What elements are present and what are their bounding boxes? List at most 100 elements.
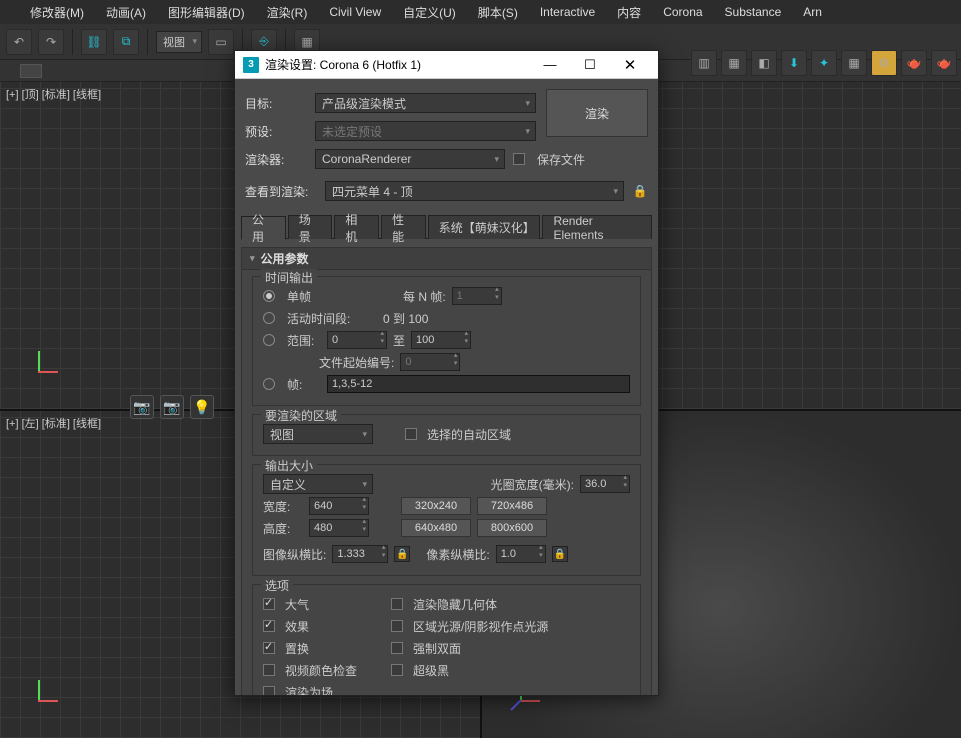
chk-superblk[interactable] <box>391 664 403 676</box>
frames-input[interactable]: 1,3,5-12 <box>327 375 630 393</box>
range-to-label: 至 <box>393 332 405 349</box>
teapot-icon[interactable]: 🫖 <box>901 50 927 76</box>
menu-6[interactable]: 脚本(S) <box>468 0 528 25</box>
menu-8[interactable]: 内容 <box>607 0 651 25</box>
rt-e[interactable]: ✦ <box>811 50 837 76</box>
select-button[interactable]: ▭ <box>208 29 234 55</box>
hidden-label: 渲染隐藏几何体 <box>413 596 497 613</box>
radio-active[interactable] <box>263 312 275 324</box>
radio-range[interactable] <box>263 334 275 346</box>
right-toolbar: ▥ ▦ ◧ ⬇ ✦ ▦ ⚙ 🫖 🫖 <box>691 50 957 76</box>
range-to-spinner[interactable]: 100 <box>411 331 471 349</box>
chk-renderfield[interactable] <box>263 686 275 695</box>
pixaspect-spinner[interactable]: 1.0 <box>496 545 546 563</box>
lightbulb-icon[interactable]: 💡 <box>190 395 214 419</box>
unlink-button[interactable]: ⧉ <box>113 29 139 55</box>
viewport-icon-row: 📷 📷 💡 <box>130 395 214 419</box>
time-output-label: 时间输出 <box>261 269 317 286</box>
tab-performance[interactable]: 性能 <box>381 215 426 239</box>
target-dropdown[interactable]: 产品级渲染模式 <box>315 93 536 113</box>
link-button[interactable]: ⛓ <box>81 29 107 55</box>
preset-720x486[interactable]: 720x486 <box>477 497 547 515</box>
rt-d[interactable]: ⬇ <box>781 50 807 76</box>
radio-frames[interactable] <box>263 378 275 390</box>
selection-filter-dropdown[interactable]: 视图 <box>156 31 202 53</box>
tab-camera[interactable]: 相机 <box>334 215 379 239</box>
filenum-label: 文件起始编号: <box>319 354 394 371</box>
lock-icon[interactable]: 🔒 <box>632 183 648 199</box>
render-button[interactable]: 渲染 <box>546 89 648 137</box>
imgaspect-lock-icon[interactable]: 🔒 <box>394 546 410 562</box>
rt-a[interactable]: ▥ <box>691 50 717 76</box>
options-label: 选项 <box>261 577 293 594</box>
dialog-titlebar[interactable]: 3 渲染设置: Corona 6 (Hotfix 1) — ☐ ✕ <box>235 51 658 79</box>
displace-label: 置换 <box>285 640 385 657</box>
outsize-dropdown[interactable]: 自定义 <box>263 474 373 494</box>
menu-10[interactable]: Substance <box>715 1 792 23</box>
tab-scene[interactable]: 场景 <box>288 215 333 239</box>
savefile-checkbox[interactable] <box>513 153 525 165</box>
rollup-header[interactable]: 公用参数 <box>242 248 651 270</box>
preset-640x480[interactable]: 640x480 <box>401 519 471 537</box>
chk-force2[interactable] <box>391 642 403 654</box>
menu-0[interactable]: 修改器(M) <box>20 0 94 25</box>
tab-system[interactable]: 系统【萌妹汉化】 <box>428 215 541 239</box>
tab-renderelements[interactable]: Render Elements <box>542 215 652 239</box>
menu-1[interactable]: 动画(A) <box>96 0 156 25</box>
chk-videocc[interactable] <box>263 664 275 676</box>
preset-320x240[interactable]: 320x240 <box>401 497 471 515</box>
renderfield-label: 渲染为场 <box>285 684 333 696</box>
range-label: 范围: <box>287 332 321 349</box>
area-dropdown[interactable]: 视图 <box>263 424 373 444</box>
range-from-spinner[interactable]: 0 <box>327 331 387 349</box>
menu-7[interactable]: Interactive <box>530 1 605 23</box>
teapot2-icon[interactable]: 🫖 <box>931 50 957 76</box>
rt-b[interactable]: ▦ <box>721 50 747 76</box>
chk-effects[interactable] <box>263 620 275 632</box>
frames-label: 帧: <box>287 376 321 393</box>
everyn-spinner[interactable]: 1 <box>452 287 502 305</box>
width-spinner[interactable]: 640 <box>309 497 369 515</box>
undo-button[interactable]: ↶ <box>6 29 32 55</box>
height-label: 高度: <box>263 520 303 537</box>
options-group: 选项 大气 渲染隐藏几何体 效果 区域光源/阴影视作点光源 置换 强制双面 视 <box>252 584 641 695</box>
radio-single[interactable] <box>263 290 275 302</box>
force2-label: 强制双面 <box>413 640 461 657</box>
chk-displace[interactable] <box>263 642 275 654</box>
preset-800x600[interactable]: 800x600 <box>477 519 547 537</box>
output-size-label: 输出大小 <box>261 457 317 474</box>
close-button[interactable]: ✕ <box>610 51 650 79</box>
preset-dropdown[interactable]: 未选定预设 <box>315 121 536 141</box>
menu-2[interactable]: 图形编辑器(D) <box>158 0 255 25</box>
renderer-dropdown[interactable]: CoronaRenderer <box>315 149 505 169</box>
menu-9[interactable]: Corona <box>653 1 712 23</box>
viewport-top-label: [+] [顶] [标准] [线框] <box>6 86 101 102</box>
rt-g[interactable]: ⚙ <box>871 50 897 76</box>
viewto-dropdown[interactable]: 四元菜单 4 - 顶 <box>325 181 624 201</box>
chk-hidden[interactable] <box>391 598 403 610</box>
autoregion-label: 选择的自动区域 <box>427 426 511 443</box>
tab-common[interactable]: 公用 <box>241 216 286 240</box>
rt-f[interactable]: ▦ <box>841 50 867 76</box>
chk-arealight[interactable] <box>391 620 403 632</box>
pixaspect-lock-icon[interactable]: 🔒 <box>552 546 568 562</box>
autoregion-checkbox[interactable] <box>405 428 417 440</box>
menu-11[interactable]: Arn <box>793 1 832 23</box>
aperture-spinner[interactable]: 36.0 <box>580 475 630 493</box>
camera-icon[interactable]: 📷 <box>130 395 154 419</box>
height-spinner[interactable]: 480 <box>309 519 369 537</box>
minimize-button[interactable]: — <box>530 51 570 79</box>
chk-atmos[interactable] <box>263 598 275 610</box>
main-menubar: 修改器(M)动画(A)图形编辑器(D)渲染(R)Civil View自定义(U)… <box>0 0 961 24</box>
menu-5[interactable]: 自定义(U) <box>393 0 466 25</box>
maximize-button[interactable]: ☐ <box>570 51 610 79</box>
imgaspect-spinner[interactable]: 1.333 <box>332 545 388 563</box>
filenum-spinner[interactable]: 0 <box>400 353 460 371</box>
rt-c[interactable]: ◧ <box>751 50 777 76</box>
camera-add-icon[interactable]: 📷 <box>160 395 184 419</box>
tab-home[interactable] <box>20 64 42 78</box>
redo-button[interactable]: ↷ <box>38 29 64 55</box>
menu-4[interactable]: Civil View <box>319 1 391 23</box>
menu-3[interactable]: 渲染(R) <box>257 0 318 25</box>
target-label: 目标: <box>245 95 307 112</box>
